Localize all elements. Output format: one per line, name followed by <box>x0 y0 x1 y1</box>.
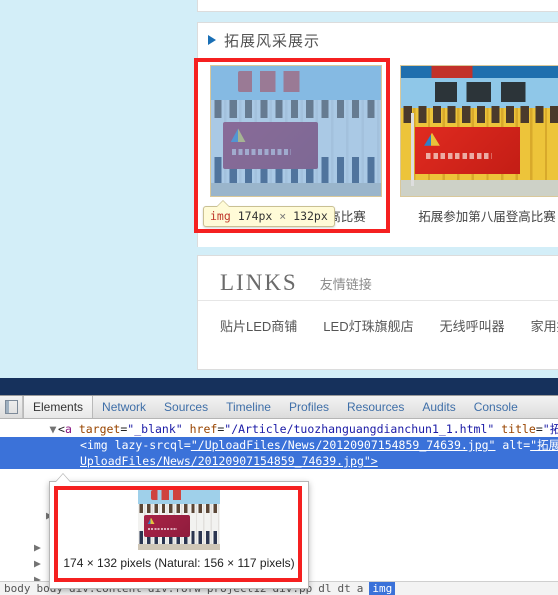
expand-arrow-icon[interactable]: ▶ <box>34 539 41 555</box>
photo-flag-text <box>426 153 492 159</box>
attr-value-target: "_blank" <box>127 422 183 436</box>
attr-name-href: href <box>189 422 218 436</box>
section-header: 拓展风采展示 <box>198 23 558 58</box>
breadcrumb-item[interactable]: body <box>4 582 31 595</box>
tab-audits[interactable]: Audits <box>413 396 464 418</box>
annotation-rect-preview <box>54 486 302 582</box>
tab-network[interactable]: Network <box>93 396 155 418</box>
photo-flag <box>414 127 520 174</box>
triangle-right-icon <box>208 35 216 45</box>
equals-sign: = <box>183 438 191 452</box>
thumbnail-caption: 拓展参加第八届登高比赛 <box>418 210 556 224</box>
links-card: LINKS 友情链接 贴片LED商铺 LED灯珠旗舰店 无线呼叫器 家用报警 <box>197 255 558 370</box>
tab-resources[interactable]: Resources <box>338 396 413 418</box>
attr-name-title: title <box>501 422 536 436</box>
link-item[interactable]: 贴片LED商铺 <box>220 316 297 335</box>
tag-name: img <box>86 438 108 452</box>
tab-profiles[interactable]: Profiles <box>280 396 338 418</box>
photo-banner-title <box>435 81 558 103</box>
attr-name-alt: alt <box>502 438 524 452</box>
tag-name: a <box>64 422 72 436</box>
photo-heads <box>401 106 558 124</box>
expand-arrow-icon[interactable]: ▶ <box>34 555 41 571</box>
attr-value-alt: "拓展参加 <box>530 438 558 452</box>
dom-node-anchor[interactable]: ▼ <a target="_blank" href="/Article/tuozh… <box>48 421 558 437</box>
links-heading-cn: 友情链接 <box>319 277 372 292</box>
attr-name-lazy-srcql: lazy-srcql <box>114 438 184 452</box>
link-item[interactable]: 家用报警 <box>531 316 558 335</box>
breadcrumb-item-selected[interactable]: img <box>369 582 396 595</box>
tab-sources[interactable]: Sources <box>155 396 217 418</box>
link-item[interactable]: LED灯珠旗舰店 <box>323 316 413 335</box>
site-footer-strip <box>0 378 558 395</box>
attr-value-lazy-srcql: "/UploadFiles/News/20120907154859_74639.… <box>190 438 496 452</box>
expand-arrow-icon[interactable]: ▼ <box>48 421 58 437</box>
annotation-rect-thumbnail <box>194 58 390 233</box>
top-white-panel <box>197 0 558 12</box>
attr-name-target: target <box>78 422 121 436</box>
dock-panel-icon[interactable] <box>0 396 23 418</box>
photo-graduation-yellow <box>401 66 558 196</box>
breadcrumb-item[interactable]: a <box>357 582 364 595</box>
thumbnail-item[interactable]: 拓展参加第八届登高比赛 <box>400 65 558 225</box>
dom-node-img-selected-wrap[interactable]: UploadFiles/News/20120907154859_74639.jp… <box>0 453 558 469</box>
attr-value-title: "拓展 <box>542 422 558 436</box>
preview-tooltip-arrow <box>56 474 70 482</box>
attr-value-src-continued: UploadFiles/News/20120907154859_74639.jp… <box>80 454 378 468</box>
tag-open-bracket: < <box>80 438 87 452</box>
link-item[interactable]: 无线呼叫器 <box>440 316 505 335</box>
equals-sign: = <box>535 422 543 436</box>
links-header: LINKS 友情链接 <box>198 256 558 301</box>
attr-value-href: "/Article/tuozhanguangdianchun1_1.html" <box>224 422 495 436</box>
photo-pole <box>411 112 414 186</box>
breadcrumb-item[interactable]: dt <box>337 582 350 595</box>
links-heading-en: LINKS <box>220 270 298 295</box>
dom-node-img-selected[interactable]: <img lazy-srcql="/UploadFiles/News/20120… <box>0 437 558 453</box>
tab-elements[interactable]: Elements <box>23 396 94 418</box>
thumbnail-image[interactable] <box>400 65 558 197</box>
breadcrumb-item[interactable]: dl <box>318 582 331 595</box>
section-title: 拓展风采展示 <box>224 32 321 50</box>
devtools-tabbar: Elements Network Sources Timeline Profil… <box>0 396 558 419</box>
tag-open-bracket: < <box>58 422 65 436</box>
photo-ground <box>401 180 558 196</box>
tab-timeline[interactable]: Timeline <box>217 396 280 418</box>
photo-backdrop-strip <box>401 66 558 78</box>
links-list: 贴片LED商铺 LED灯珠旗舰店 无线呼叫器 家用报警 <box>198 301 558 335</box>
tab-console[interactable]: Console <box>465 396 527 418</box>
browser-viewport: 拓展风采展示 拓展参加第八届登高比赛 img 174px × 132px LIN… <box>0 0 558 378</box>
